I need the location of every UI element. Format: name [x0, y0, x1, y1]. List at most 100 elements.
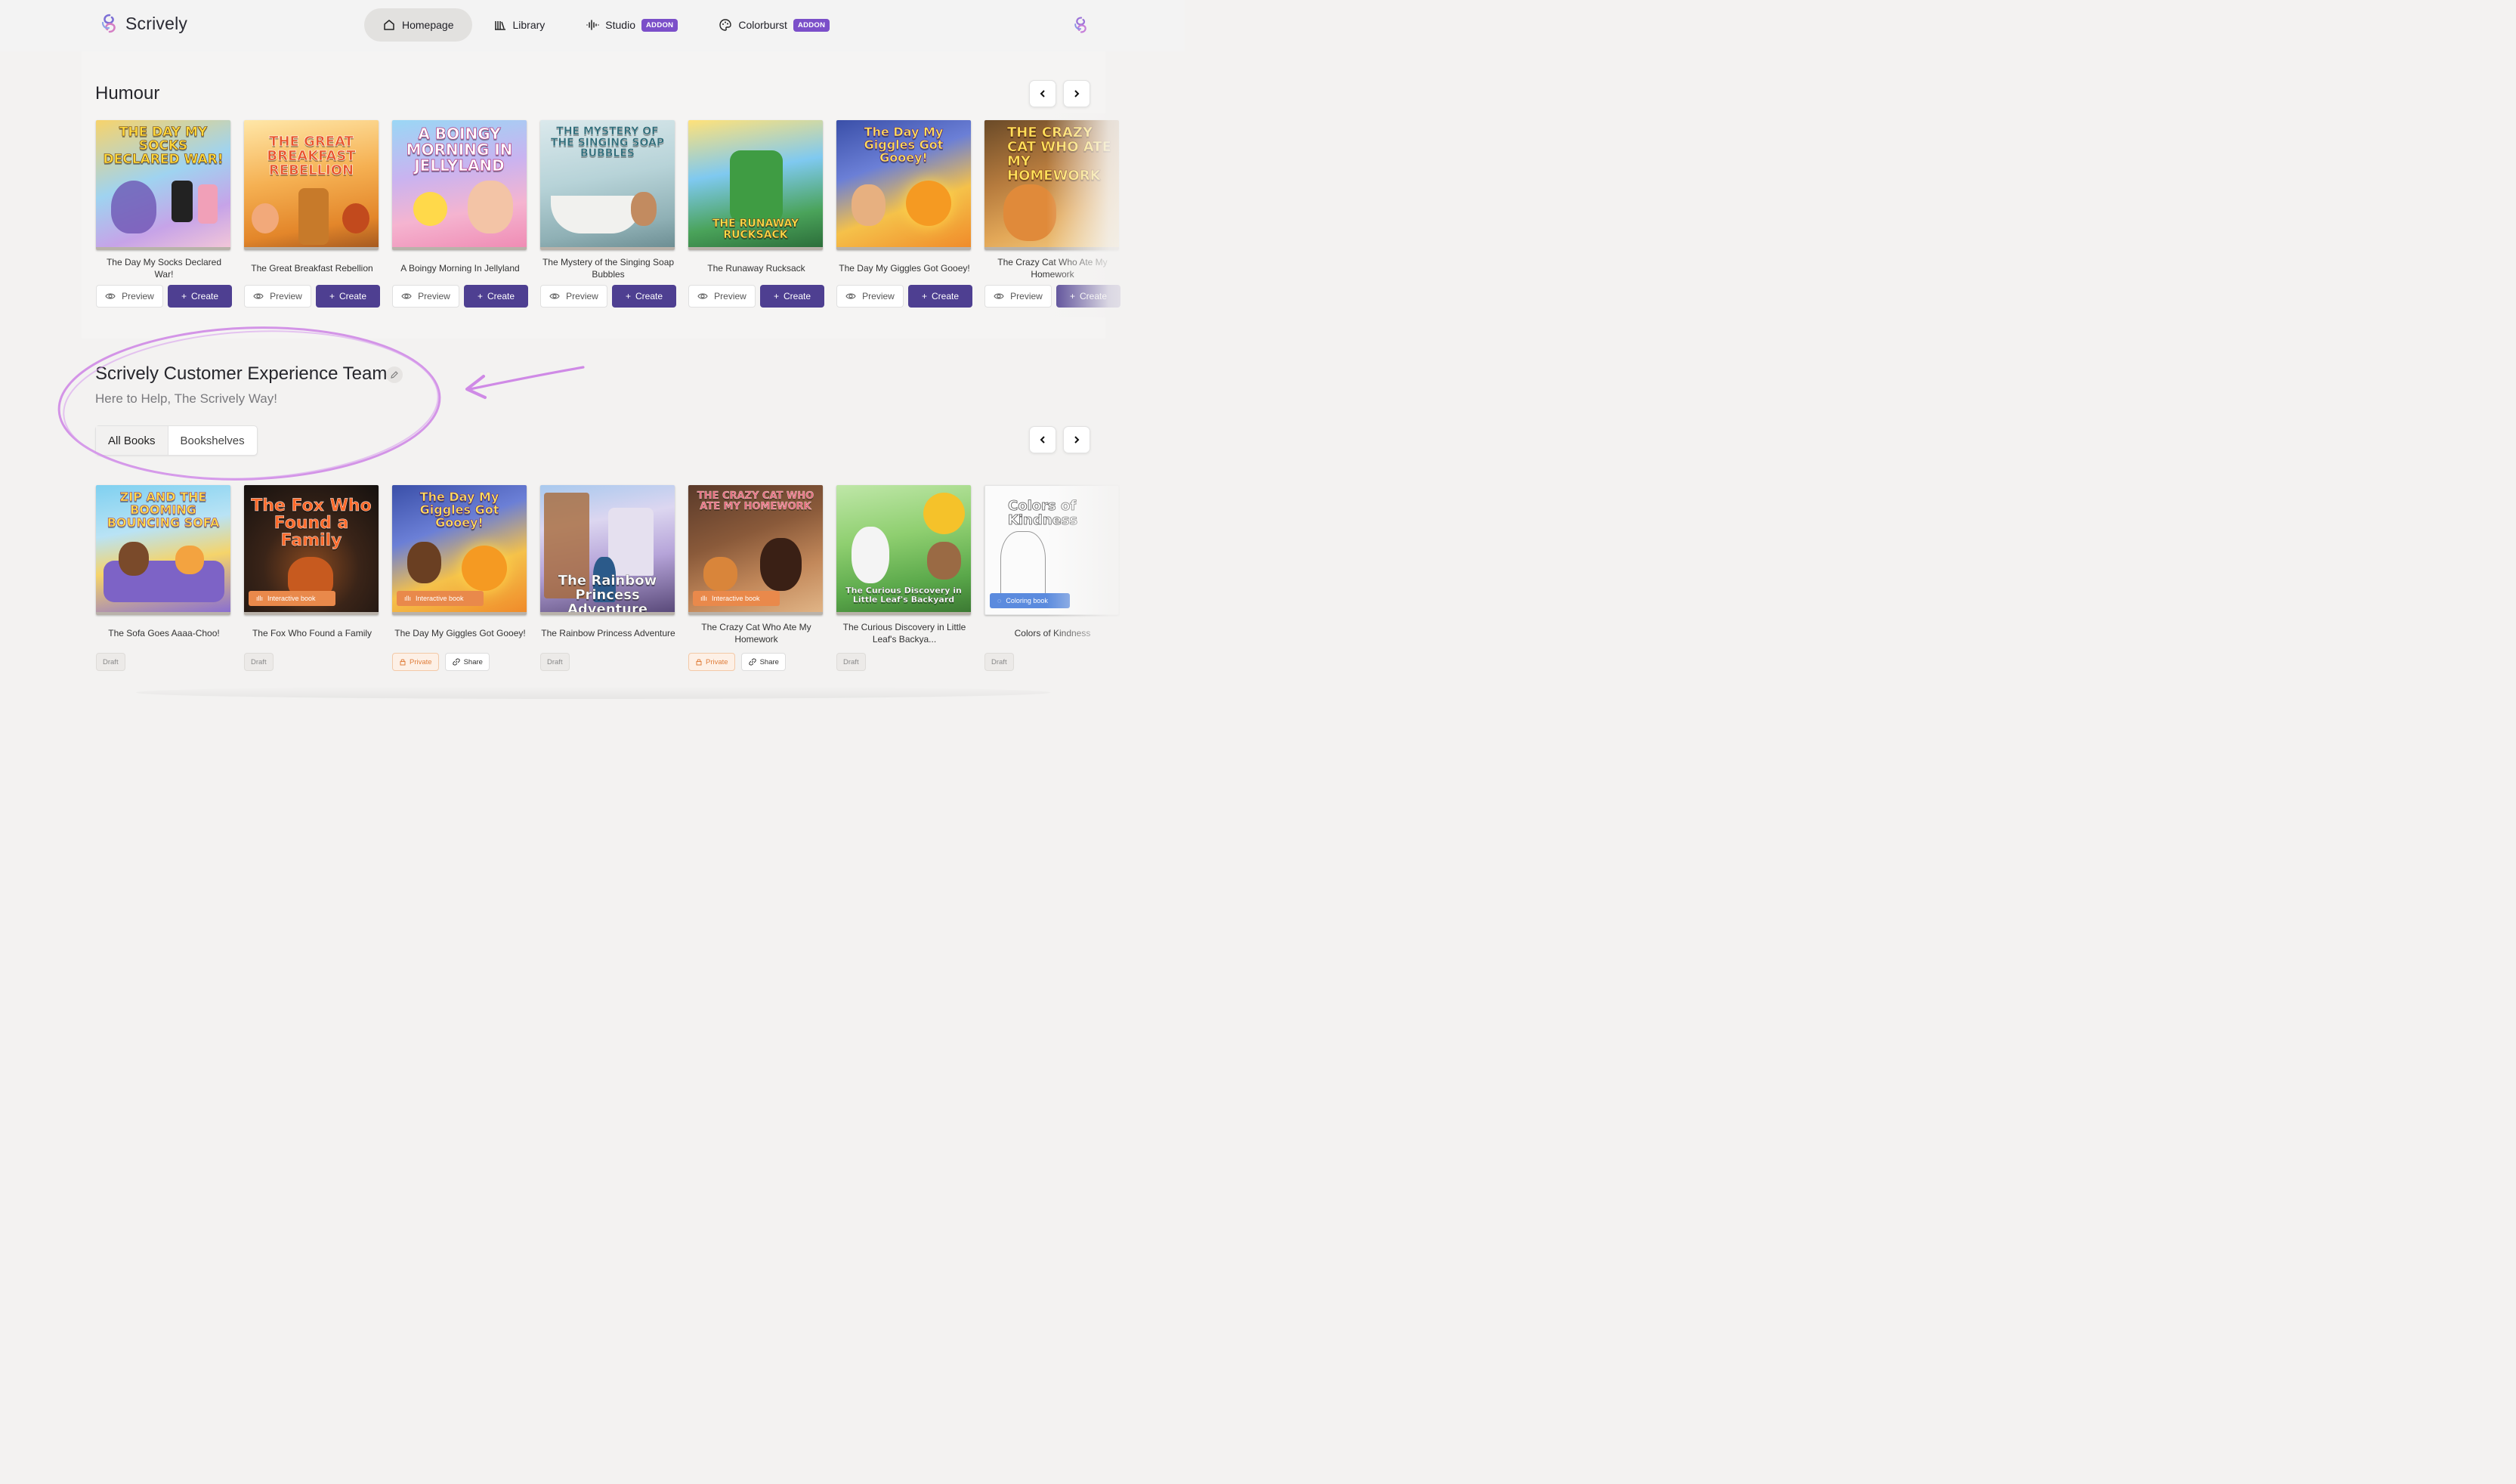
waveform-icon: ıllı [256, 595, 263, 602]
annotation-arrowhead [465, 375, 487, 399]
book-card[interactable]: The Day My Giggles Got Gooey! ıllı Inter… [392, 485, 528, 671]
book-card[interactable]: THE MYSTERY OF THE SINGING SOAP BUBBLES … [540, 120, 676, 308]
cover-title-text: Colors of Kindness [1008, 498, 1078, 528]
book-card[interactable]: ZIP AND THE BOOMING BOUNCING SOFA The So… [96, 485, 232, 671]
create-button[interactable]: + Create [316, 285, 380, 308]
book-cover[interactable]: The Day My Giggles Got Gooey! ıllı Inter… [392, 485, 527, 615]
book-card[interactable]: THE CRAZY CAT WHO ATE MY HOMEWORK ıllı I… [688, 485, 824, 671]
book-cover[interactable]: ZIP AND THE BOOMING BOUNCING SOFA [96, 485, 230, 615]
nav-studio[interactable]: Studio ADDON [567, 8, 696, 42]
private-badge[interactable]: Private [688, 653, 735, 671]
draft-badge: Draft [244, 653, 274, 671]
share-button[interactable]: Share [444, 653, 490, 671]
main-nav: Homepage Library Studio ADDON Colorburst… [364, 8, 848, 42]
create-button[interactable]: + Create [760, 285, 824, 308]
preview-button[interactable]: Preview [540, 285, 607, 308]
book-card[interactable]: THE RUNAWAY RUCKSACK The Runaway Rucksac… [688, 120, 824, 308]
book-title: Colors of Kindness [1014, 628, 1091, 638]
create-button[interactable]: + Create [908, 285, 972, 308]
plus-icon: + [181, 291, 187, 301]
book-card[interactable]: The Fox Who Found a Family ıllı Interact… [244, 485, 380, 671]
book-cover[interactable]: THE CRAZY CAT WHO ATE MY HOMEWORK [984, 120, 1119, 250]
book-cover[interactable]: THE MYSTERY OF THE SINGING SOAP BUBBLES [540, 120, 675, 250]
plus-icon: + [625, 291, 631, 301]
scrively-logo-icon [1074, 17, 1086, 33]
chevron-right-icon [1074, 436, 1080, 444]
book-title: The Day My Giggles Got Gooey! [394, 628, 526, 638]
book-title: The Runaway Rucksack [707, 263, 805, 274]
book-title: The Rainbow Princess Adventure [541, 628, 675, 638]
tab-bookshelves[interactable]: Bookshelves [168, 426, 257, 455]
book-card[interactable]: THE GREAT BREAKFAST REBELLION The Great … [244, 120, 380, 308]
interactive-book-tag: ıllı Interactive book [693, 591, 780, 606]
waveform-icon: ıllı [700, 595, 707, 602]
eye-icon [994, 293, 1004, 299]
create-button[interactable]: + Create [464, 285, 528, 308]
book-cover[interactable]: THE CRAZY CAT WHO ATE MY HOMEWORK ıllı I… [688, 485, 823, 615]
eye-icon [105, 293, 116, 299]
humour-next-button[interactable] [1063, 80, 1090, 107]
brand-logo[interactable]: Scrively [98, 12, 187, 35]
team-next-button[interactable] [1063, 426, 1090, 453]
book-card[interactable]: The Rainbow Princess Adventure The Rainb… [540, 485, 676, 671]
edit-title-button[interactable] [386, 366, 403, 383]
waveform-icon [586, 20, 600, 30]
nav-colorburst[interactable]: Colorburst ADDON [700, 8, 848, 42]
share-button[interactable]: Share [740, 653, 786, 671]
eye-icon [401, 293, 412, 299]
cover-title-text: THE MYSTERY OF THE SINGING SOAP BUBBLES [550, 125, 665, 160]
private-badge[interactable]: Private [392, 653, 439, 671]
preview-button[interactable]: Preview [392, 285, 459, 308]
book-cover[interactable]: THE RUNAWAY RUCKSACK [688, 120, 823, 250]
top-navigation-bar: Scrively Homepage Library Studio ADDON C… [0, 0, 1185, 51]
cover-title-text: THE RUNAWAY RUCKSACK [712, 218, 799, 241]
nav-studio-label: Studio [605, 19, 635, 31]
book-title: The Day My Giggles Got Gooey! [839, 263, 970, 274]
create-button[interactable]: + Create [1056, 285, 1120, 308]
brand-name: Scrively [125, 13, 188, 33]
nav-colorburst-label: Colorburst [738, 19, 787, 31]
humour-prev-button[interactable] [1029, 80, 1056, 107]
tab-all-books[interactable]: All Books [96, 426, 168, 455]
book-cover[interactable]: THE GREAT BREAKFAST REBELLION [244, 120, 379, 250]
book-cover[interactable]: The Day My Giggles Got Gooey! [836, 120, 971, 250]
book-card[interactable]: The Day My Giggles Got Gooey! The Day My… [836, 120, 972, 308]
cover-title-text: THE DAY MY SOCKS DECLARED WAR! [103, 125, 224, 167]
book-cover[interactable]: Colors of Kindness ◌ Coloring book [984, 485, 1119, 615]
preview-button[interactable]: Preview [688, 285, 756, 308]
book-cover[interactable]: The Rainbow Princess Adventure [540, 485, 675, 615]
palette-icon: ◌ [997, 597, 1002, 604]
plus-icon: + [773, 291, 779, 301]
book-card[interactable]: A BOINGY MORNING IN JELLYLAND A Boingy M… [392, 120, 528, 308]
cover-title-text: The Curious Discovery in Little Leaf's B… [845, 586, 962, 604]
team-prev-button[interactable] [1029, 426, 1056, 453]
link-icon [452, 658, 460, 666]
book-card[interactable]: The Curious Discovery in Little Leaf's B… [836, 485, 972, 671]
preview-button[interactable]: Preview [96, 285, 163, 308]
create-button[interactable]: + Create [612, 285, 676, 308]
book-title: The Fox Who Found a Family [252, 628, 372, 638]
book-cover[interactable]: THE DAY MY SOCKS DECLARED WAR! [96, 120, 230, 250]
book-card[interactable]: THE CRAZY CAT WHO ATE MY HOMEWORK The Cr… [984, 120, 1120, 308]
preview-button[interactable]: Preview [984, 285, 1052, 308]
preview-button[interactable]: Preview [836, 285, 904, 308]
book-card[interactable]: Colors of Kindness ◌ Coloring book Color… [984, 485, 1120, 671]
cover-title-text: The Day My Giggles Got Gooey! [864, 125, 944, 165]
book-cover[interactable]: The Curious Discovery in Little Leaf's B… [836, 485, 971, 615]
book-cover[interactable]: The Fox Who Found a Family ıllı Interact… [244, 485, 379, 615]
waveform-icon: ıllı [404, 595, 411, 602]
book-card[interactable]: THE DAY MY SOCKS DECLARED WAR! The Day M… [96, 120, 232, 308]
chevron-right-icon [1074, 90, 1080, 97]
create-button[interactable]: + Create [168, 285, 232, 308]
plus-icon: + [921, 291, 927, 301]
preview-button[interactable]: Preview [244, 285, 311, 308]
cover-title-text: The Fox Who Found a Family [251, 496, 372, 551]
eye-icon [845, 293, 856, 299]
draft-badge: Draft [984, 653, 1014, 671]
nav-homepage[interactable]: Homepage [364, 8, 472, 42]
book-title: The Great Breakfast Rebellion [251, 263, 373, 274]
book-cover[interactable]: A BOINGY MORNING IN JELLYLAND [392, 120, 527, 250]
account-menu[interactable] [1071, 15, 1091, 39]
library-icon [494, 21, 505, 30]
nav-library[interactable]: Library [475, 8, 564, 42]
